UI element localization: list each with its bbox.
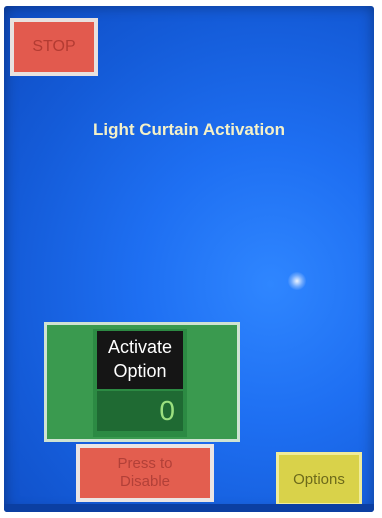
press-to-disable-button[interactable]: Press to Disable — [76, 444, 214, 502]
activate-option-value: 0 — [97, 391, 183, 431]
options-button-label: Options — [293, 470, 345, 488]
activate-option-label-line1: Activate — [107, 337, 173, 357]
stop-button-label: STOP — [32, 38, 76, 55]
stop-button[interactable]: STOP — [10, 18, 98, 76]
disable-button-label-line2: Disable — [119, 473, 171, 490]
disable-button-label-line1: Press to — [117, 455, 173, 472]
screen-bottom-edge — [4, 504, 374, 512]
activate-option-label-line2: Option — [113, 361, 167, 381]
page-title: Light Curtain Activation — [92, 120, 286, 139]
touch-screen: STOP Light Curtain Activation Activate O… — [4, 6, 374, 512]
hmi-device: STOP Light Curtain Activation Activate O… — [0, 0, 382, 518]
activate-option-panel[interactable]: Activate Option 0 — [44, 322, 240, 442]
options-button[interactable]: Options — [276, 452, 362, 506]
activate-option-label: Activate Option — [97, 331, 183, 389]
screen-glare — [288, 272, 306, 290]
